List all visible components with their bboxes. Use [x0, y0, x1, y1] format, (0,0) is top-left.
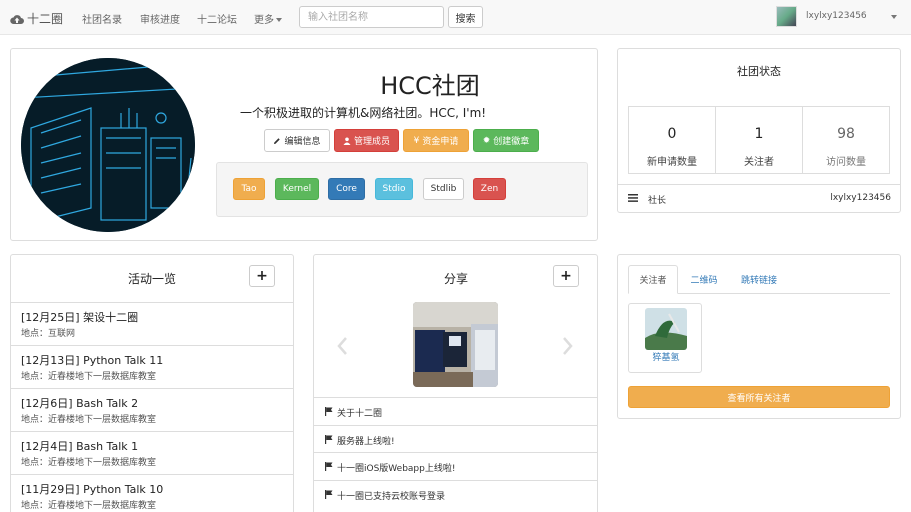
user-icon — [343, 137, 351, 145]
activity-title: [12月4日] Bash Talk 1 — [21, 440, 139, 453]
follower-card[interactable]: 猝基氢 — [628, 303, 702, 373]
stat-label: 访问数量 — [826, 157, 866, 168]
share-item-text: 十一圈已支持云校账号登录 — [337, 492, 446, 502]
leader-row: 社长 lxylxy123456 — [618, 184, 901, 212]
caret-down-icon — [276, 18, 282, 22]
flag-icon — [325, 490, 333, 499]
carousel-prev-icon[interactable] — [336, 336, 348, 356]
activity-item[interactable]: [12月6日] Bash Talk 2 地点：近春楼地下一层数据库教室 — [11, 388, 293, 431]
tab-followers[interactable]: 关注者 — [628, 265, 678, 294]
share-carousel-image[interactable] — [413, 302, 498, 387]
activity-location: 地点：互联网 — [21, 329, 76, 339]
nav-more-label: 更多 — [254, 15, 274, 26]
flag-icon — [325, 407, 333, 416]
tag-tao[interactable]: Tao — [233, 178, 265, 200]
user-avatar[interactable] — [776, 6, 797, 27]
activity-item[interactable]: [12月4日] Bash Talk 1 地点：近春楼地下一层数据库教室 — [11, 431, 293, 474]
activity-title: [11月29日] Python Talk 10 — [21, 483, 164, 496]
tag-stdlib[interactable]: Stdlib — [423, 178, 464, 200]
activities-title: 活动一览 — [128, 272, 177, 286]
club-search-input[interactable] — [299, 6, 444, 28]
tag-core[interactable]: Core — [328, 178, 365, 200]
room-photo — [413, 302, 498, 387]
fund-application-label: 资金申请 — [422, 137, 459, 147]
create-badge-label: 创建徽章 — [493, 137, 530, 147]
activity-location: 地点：近春楼地下一层数据库教室 — [21, 458, 157, 468]
yen-icon: ¥ — [413, 135, 420, 146]
activity-item[interactable]: [11月29日] Python Talk 10 地点：近春楼地下一层数据库教室 — [11, 474, 293, 512]
manage-members-label: 管理成员 — [353, 137, 390, 147]
flag-icon — [325, 435, 333, 444]
activity-title: [12月13日] Python Talk 11 — [21, 354, 164, 367]
fund-application-button[interactable]: ¥ 资金申请 — [403, 129, 469, 152]
brand-link[interactable]: 十二圈 — [10, 10, 63, 27]
share-title: 分享 — [444, 272, 469, 286]
edit-info-button[interactable]: 编辑信息 — [264, 129, 330, 152]
share-item-text: 服务器上线啦! — [337, 437, 395, 447]
tab-qrcode[interactable]: 二维码 — [681, 265, 727, 294]
stat-value: 1 — [754, 126, 764, 142]
nav-club-directory[interactable]: 社团名录 — [82, 11, 122, 26]
tab-redirect-link[interactable]: 跳转链接 — [732, 265, 786, 294]
pencil-icon — [274, 137, 281, 144]
certificate-icon: ✹ — [482, 135, 491, 146]
add-share-button[interactable]: + — [553, 265, 579, 287]
activity-location: 地点：近春楼地下一层数据库教室 — [21, 415, 157, 425]
navbar: 十二圈 社团名录 审核进度 十二论坛 更多 搜索 lxylxy123456 — [0, 0, 911, 35]
tag-zen[interactable]: Zen — [473, 178, 506, 200]
share-item[interactable]: 关于十二圈 — [314, 397, 597, 425]
nav-more-dropdown[interactable]: 更多 — [254, 11, 282, 26]
flag-icon — [325, 462, 333, 471]
list-icon — [628, 194, 638, 202]
share-item[interactable]: 十一圈iOS版Webapp上线啦! — [314, 452, 597, 480]
activity-location: 地点：近春楼地下一层数据库教室 — [21, 501, 157, 511]
nav-username[interactable]: lxylxy123456 — [806, 11, 867, 21]
search-button[interactable]: 搜索 — [448, 6, 483, 28]
nav-forum[interactable]: 十二论坛 — [197, 11, 237, 26]
stat-value: 98 — [837, 126, 855, 142]
activity-title: [12月6日] Bash Talk 2 — [21, 397, 139, 410]
share-item-text: 关于十二圈 — [337, 409, 383, 419]
view-all-followers-button[interactable]: 查看所有关注者 — [628, 386, 890, 408]
club-name: HCC社团 — [380, 72, 480, 100]
share-item[interactable]: 服务器上线啦! — [314, 425, 597, 453]
club-avatar — [21, 58, 195, 232]
activity-item[interactable]: [12月13日] Python Talk 11 地点：近春楼地下一层数据库教室 — [11, 345, 293, 388]
stat-label: 新申请数量 — [647, 157, 697, 168]
follower-name[interactable]: 猝基氢 — [629, 350, 703, 363]
leader-label: 社长 — [648, 196, 667, 206]
manage-members-button[interactable]: 管理成员 — [334, 129, 399, 152]
brand-name: 十二圈 — [27, 12, 64, 26]
server-room-illustration — [21, 58, 195, 232]
add-activity-button[interactable]: + — [249, 265, 275, 287]
stat-value: 0 — [667, 126, 677, 142]
tag-stdio[interactable]: Stdio — [375, 178, 413, 200]
carousel-next-icon[interactable] — [562, 336, 574, 356]
activity-title: [12月25日] 架设十二圈 — [21, 311, 139, 324]
follower-avatar-image — [645, 308, 687, 350]
user-menu-caret-icon[interactable] — [891, 15, 897, 19]
nav-review-progress[interactable]: 审核进度 — [140, 11, 180, 26]
tag-kernel[interactable]: Kernel — [275, 178, 319, 200]
leader-name[interactable]: lxylxy123456 — [830, 193, 891, 203]
activity-location: 地点：近春楼地下一层数据库教室 — [21, 372, 157, 382]
club-description: 一个积极进取的计算机&网络社团。HCC, I'm! — [240, 106, 487, 120]
cloud-upload-icon — [10, 14, 24, 24]
stat-visits: 98 访问数量 — [802, 106, 890, 174]
stat-label: 关注者 — [744, 157, 774, 168]
share-item-text: 十一圈iOS版Webapp上线啦! — [337, 464, 456, 474]
activity-item[interactable]: [12月25日] 架设十二圈 地点：互联网 — [11, 302, 293, 345]
status-title: 社团状态 — [737, 65, 781, 78]
edit-info-label: 编辑信息 — [284, 137, 321, 147]
share-item[interactable]: 十一圈已支持云校账号登录 — [314, 480, 597, 508]
create-badge-button[interactable]: ✹ 创建徽章 — [473, 129, 539, 152]
stat-new-applications: 0 新申请数量 — [628, 106, 716, 174]
stat-followers: 1 关注者 — [715, 106, 803, 174]
follower-avatar — [645, 308, 687, 350]
